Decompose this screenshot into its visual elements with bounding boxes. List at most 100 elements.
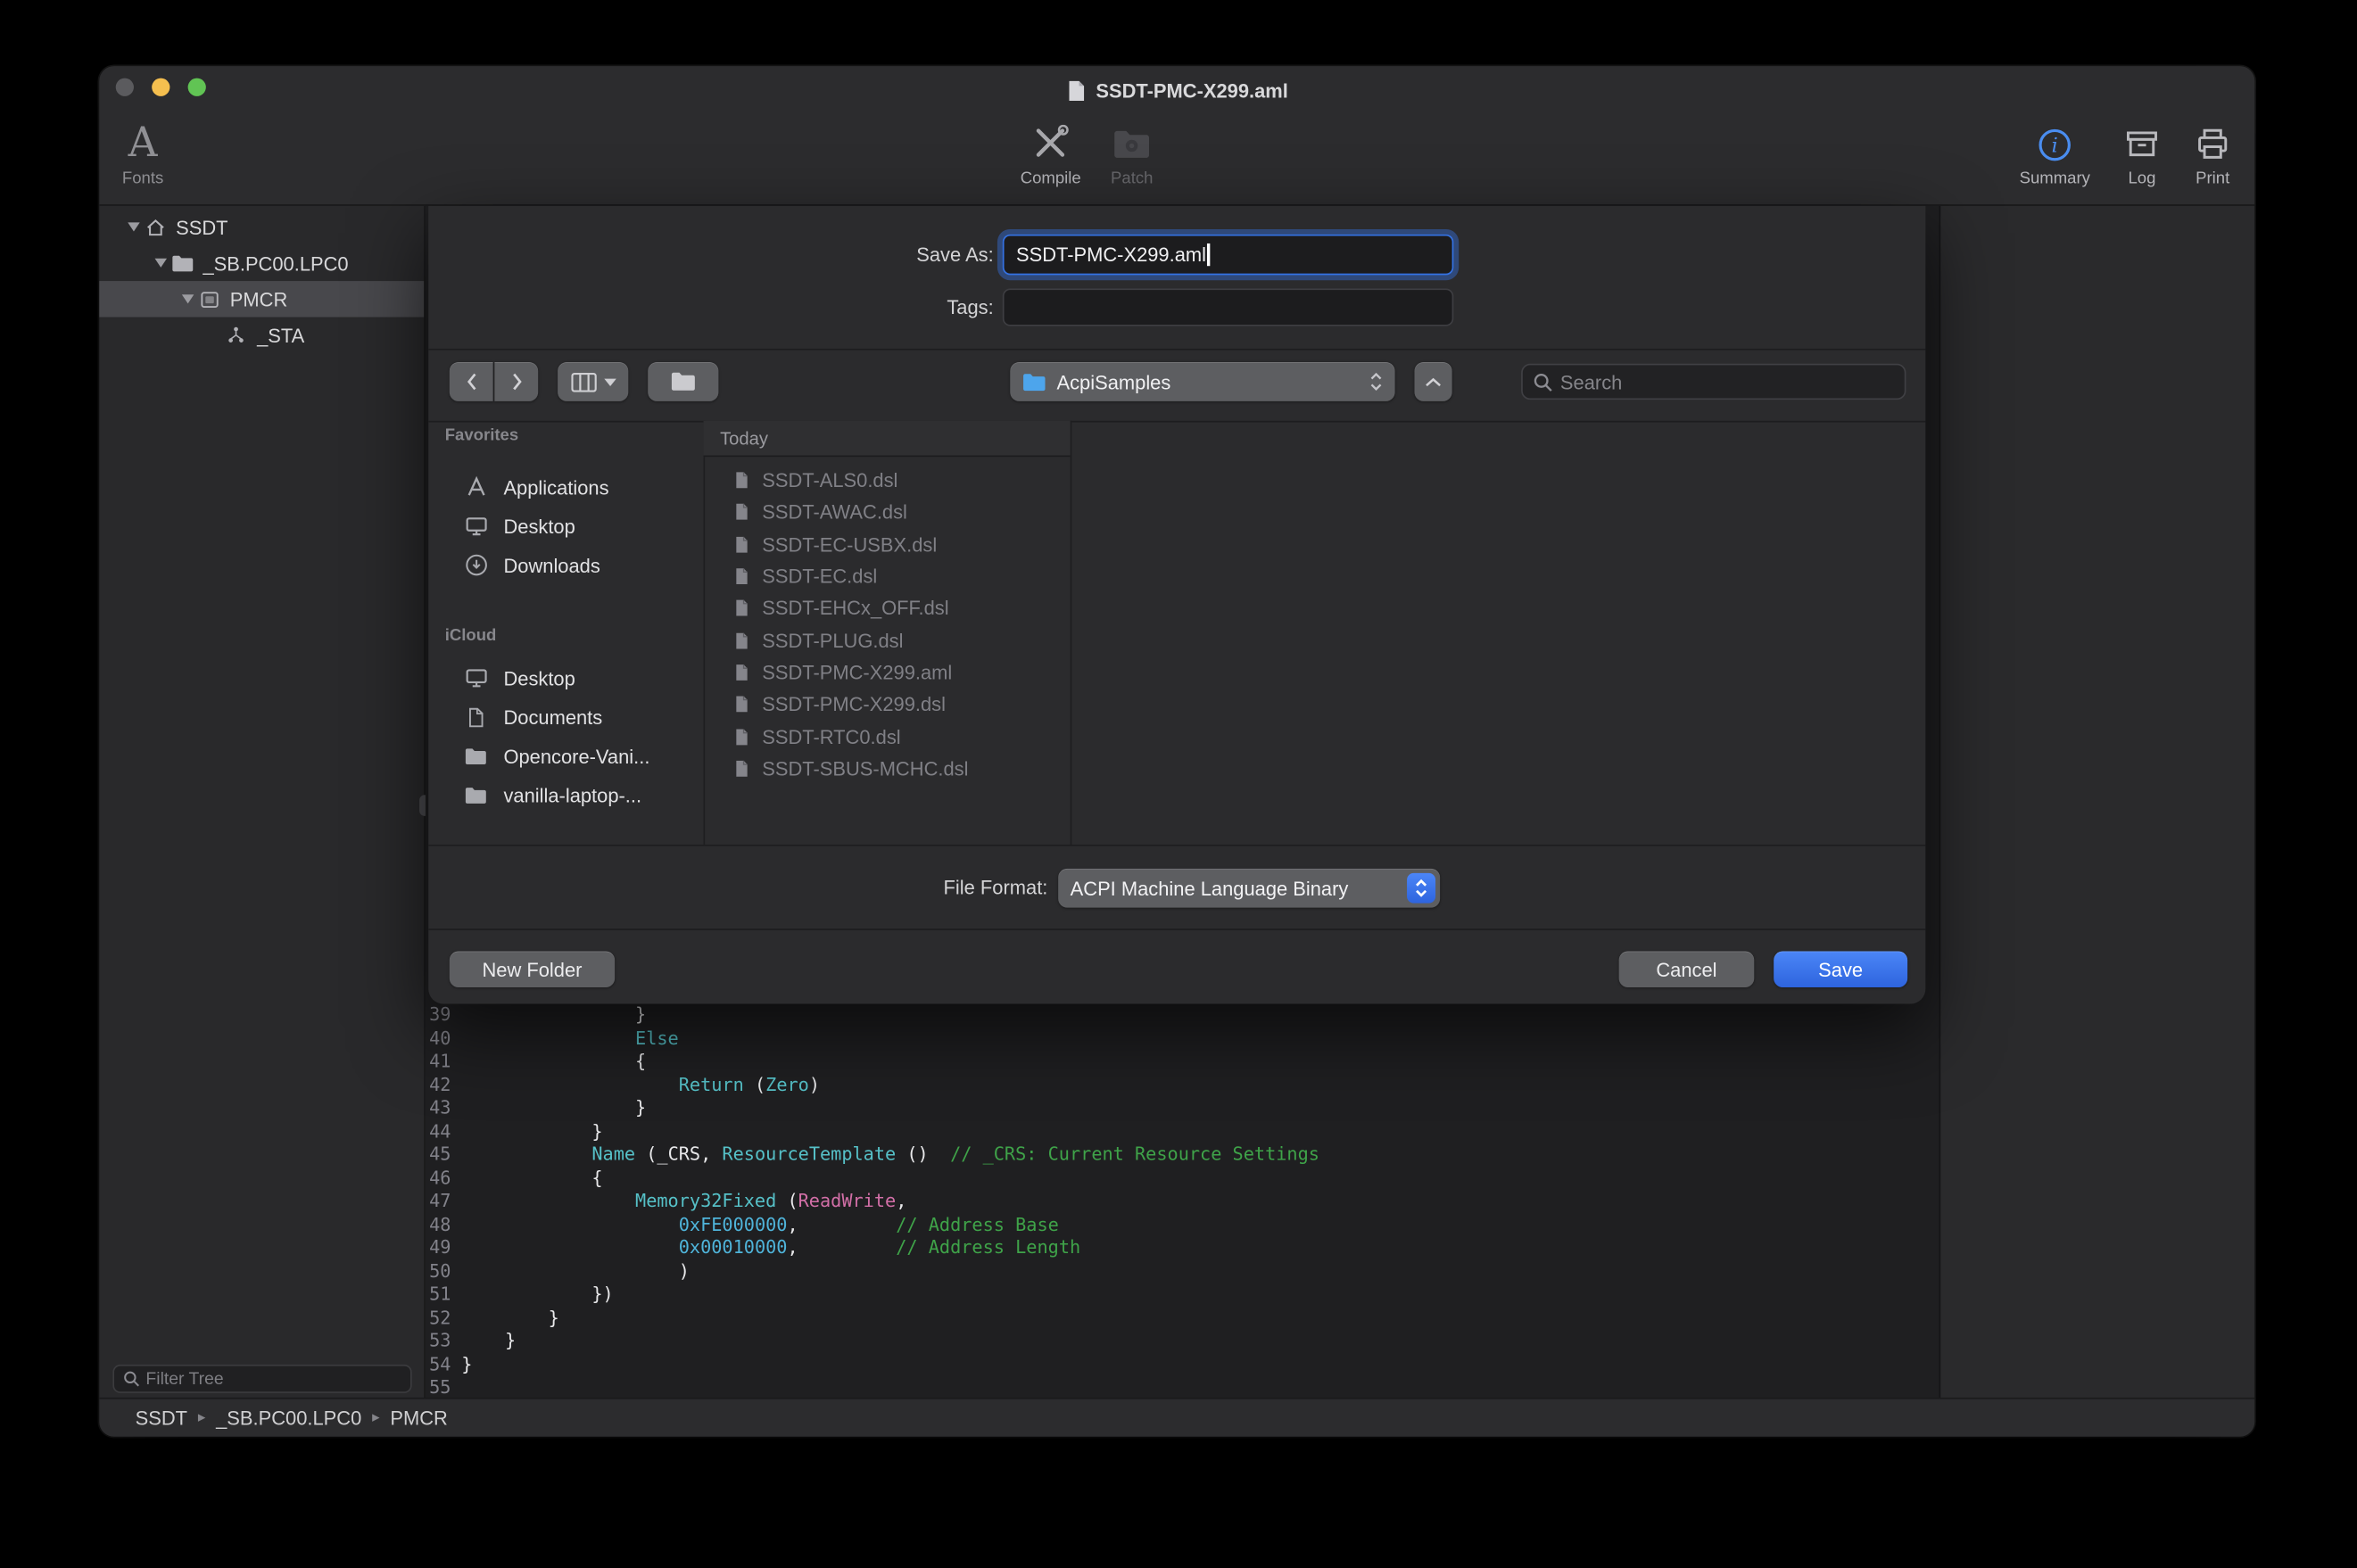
search-field[interactable]: Search [1521,364,1906,400]
screen: SSDT-PMC-X299.aml A Fonts Compile Patch [0,0,2357,1567]
document-icon [732,759,754,779]
file-item-ssdt-ehcx-off-dsl[interactable]: SSDT-EHCx_OFF.dsl [704,592,1071,624]
file-item-ssdt-pmc-x299-dsl[interactable]: SSDT-PMC-X299.dsl [704,689,1071,721]
icloud-header: iCloud [445,627,497,645]
text-cursor [1208,243,1211,266]
document-icon [732,502,754,522]
line-number: 50 [426,1260,461,1283]
sidebar-item-label: Documents [503,706,602,728]
tree-item-sta[interactable]: _STA [99,318,424,353]
sidebar-item-opencore-vani[interactable]: Opencore-Vani... [428,737,703,776]
code-line: 41 { [426,1051,1319,1074]
file-item-ssdt-als0-dsl[interactable]: SSDT-ALS0.dsl [704,465,1071,497]
divider [1071,421,1072,845]
document-icon [732,727,754,747]
print-button[interactable]: Print [2193,120,2232,188]
save-as-value: SSDT-PMC-X299.aml [1016,243,1206,266]
tree-item-ssdt[interactable]: SSDT [99,209,424,244]
disclosure-triangle-icon[interactable] [150,259,171,268]
line-number: 47 [426,1190,461,1213]
folder-icon [465,747,492,766]
line-number: 51 [426,1283,461,1307]
breadcrumb-item-ssdt[interactable]: SSDT [136,1407,187,1429]
app-window: SSDT-PMC-X299.aml A Fonts Compile Patch [99,66,2254,1437]
back-button[interactable] [450,362,493,401]
desktop-icon [465,514,492,538]
sidebar-item-label: Desktop [503,515,575,537]
view-mode-button[interactable] [558,362,628,401]
document-icon [465,706,492,728]
save-as-label: Save As: [804,235,993,275]
sidebar-item-desktop[interactable]: Desktop [428,507,703,546]
disclosure-triangle-icon[interactable] [123,222,145,231]
code-line: 43 } [426,1097,1319,1120]
search-icon [123,1371,140,1388]
file-item-ssdt-pmc-x299-aml[interactable]: SSDT-PMC-X299.aml [704,656,1071,689]
code-line: 45 Name (_CRS, ResourceTemplate () // _C… [426,1143,1319,1167]
divider [428,845,1925,846]
location-label: AcpiSamples [1056,370,1170,392]
file-item-ssdt-sbus-mchc-dsl[interactable]: SSDT-SBUS-MCHC.dsl [704,753,1071,785]
file-name: SSDT-EC.dsl [762,565,877,588]
folder-view-button[interactable] [648,362,718,401]
column-view-icon [570,372,596,392]
file-item-ssdt-awac-dsl[interactable]: SSDT-AWAC.dsl [704,497,1071,529]
save-button[interactable]: Save [1774,952,1907,987]
line-number: 41 [426,1051,461,1074]
log-label: Log [2129,169,2156,187]
breadcrumb-item-pmcr[interactable]: PMCR [390,1407,448,1429]
sidebar-item-documents[interactable]: Documents [428,697,703,737]
line-number: 52 [426,1307,461,1330]
code-text: } [461,1097,646,1120]
summary-icon: i [2036,120,2073,169]
code-text: Else [461,1027,678,1051]
save-dialog-sheet: Save As: SSDT-PMC-X299.aml Tags: [428,206,1925,1004]
fonts-icon: A [128,120,158,169]
filter-tree-field[interactable]: Filter Tree [112,1365,411,1393]
search-placeholder: Search [1560,370,1622,392]
log-button[interactable]: Log [2122,120,2162,188]
sidebar-item-desktop[interactable]: Desktop [428,658,703,697]
code-text: } [461,1330,516,1353]
file-item-ssdt-ec-usbx-dsl[interactable]: SSDT-EC-USBX.dsl [704,528,1071,560]
line-number: 46 [426,1167,461,1190]
file-item-ssdt-plug-dsl[interactable]: SSDT-PLUG.dsl [704,624,1071,656]
file-format-popup[interactable]: ACPI Machine Language Binary [1058,869,1440,908]
code-text: } [461,1353,472,1376]
file-item-ssdt-rtc0-dsl[interactable]: SSDT-RTC0.dsl [704,721,1071,753]
sidebar-item-vanilla-laptop[interactable]: vanilla-laptop-... [428,775,703,814]
code-text: Memory32Fixed (ReadWrite, [461,1190,906,1213]
forward-button[interactable] [494,362,538,401]
divider [428,421,1925,423]
file-item-ssdt-ec-dsl[interactable]: SSDT-EC.dsl [704,560,1071,592]
save-as-field[interactable]: SSDT-PMC-X299.aml [1003,235,1453,275]
tags-field[interactable] [1003,289,1453,326]
summary-button[interactable]: i Summary [2020,120,2090,188]
cancel-button[interactable]: Cancel [1619,952,1755,987]
document-icon [732,695,754,714]
home-icon [145,216,173,238]
new-folder-button[interactable]: New Folder [450,952,615,987]
new-folder-label: New Folder [482,958,582,980]
sidebar-item-downloads[interactable]: Downloads [428,546,703,585]
divider [428,349,1925,351]
code-line: 51 }) [426,1283,1319,1307]
compile-icon [1030,120,1071,169]
patch-button[interactable]: Patch [1111,120,1153,188]
tree-item-sb-pc00-lpc0[interactable]: _SB.PC00.LPC0 [99,245,424,281]
parent-folder-button[interactable] [1414,362,1451,401]
sidebar-item-applications[interactable]: Applications [428,467,703,507]
compile-button[interactable]: Compile [1021,120,1081,188]
code-text: 0x00010000, // Address Length [461,1237,1080,1260]
code-text: } [461,1120,602,1143]
location-popup[interactable]: AcpiSamples [1010,362,1394,401]
line-number: 49 [426,1237,461,1260]
code-text: }) [461,1283,613,1307]
file-format-label: File Format: [858,869,1047,908]
breadcrumb-item-sb-pc00-lpc0[interactable]: _SB.PC00.LPC0 [216,1407,361,1429]
fonts-button[interactable]: A Fonts [122,120,163,188]
disclosure-triangle-icon[interactable] [178,294,199,303]
tree-item-pmcr[interactable]: PMCR [99,281,424,317]
line-number: 43 [426,1097,461,1120]
sidebar: SSDT_SB.PC00.LPC0PMCR_STA Filter Tree [99,206,426,1398]
